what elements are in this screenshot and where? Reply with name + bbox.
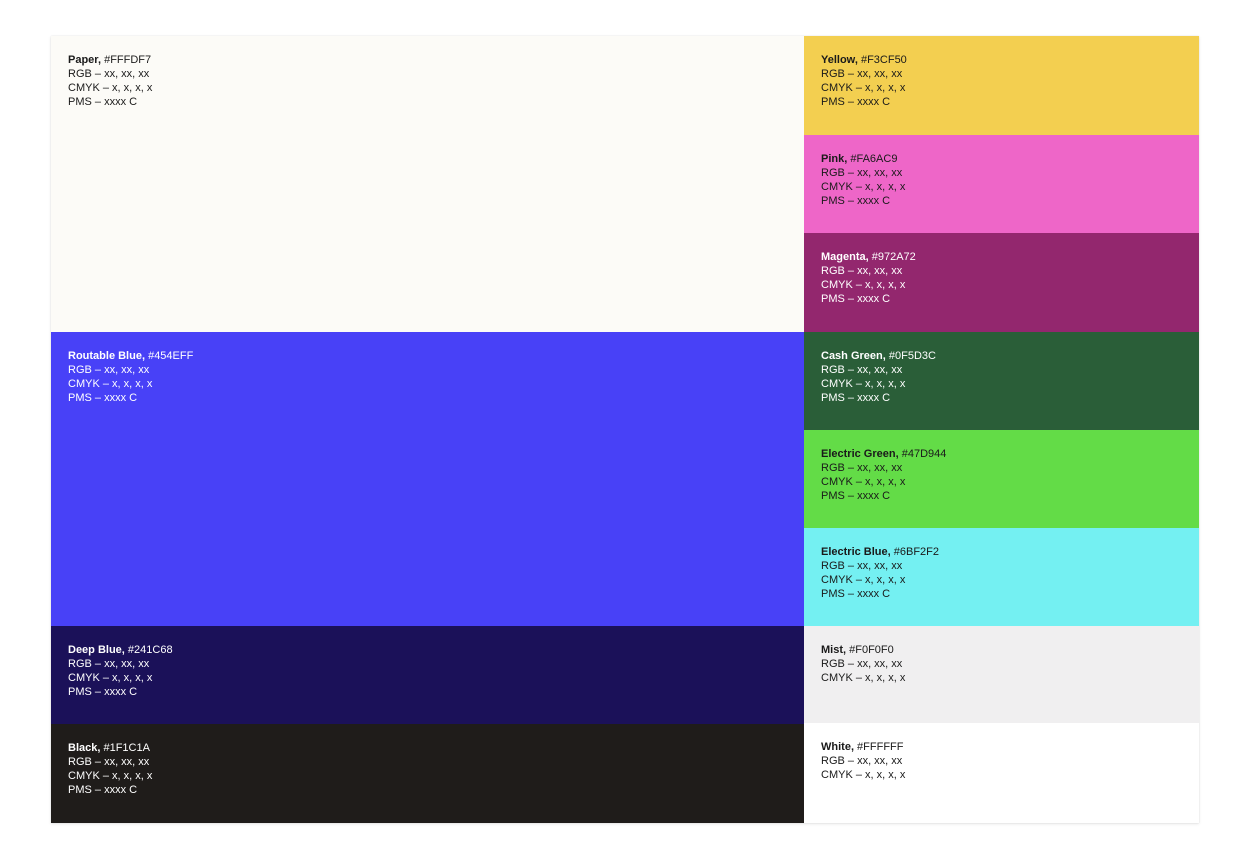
swatch-title: Routable Blue, #454EFF — [68, 349, 804, 363]
swatch-cmyk: CMYK – x, x, x, x — [68, 378, 153, 390]
swatch-pms: PMS – xxxx C — [821, 293, 891, 305]
swatch-hex: #6BF2F2 — [890, 546, 940, 558]
swatch-rgb: RGB – xx, xx, xx — [821, 462, 903, 474]
swatch-rgb: RGB – xx, xx, xx — [821, 265, 903, 277]
swatch-hex: #FFFFFF — [854, 741, 904, 753]
swatch-name: Black, — [68, 742, 101, 754]
swatch-name: Magenta, — [821, 251, 869, 263]
swatch-cmyk: CMYK – x, x, x, x — [68, 672, 153, 684]
swatch-hex: #FFFDF7 — [101, 54, 152, 66]
swatch-title: Magenta, #972A72 — [821, 250, 1199, 264]
swatch-rgb: RGB – xx, xx, xx — [821, 560, 903, 572]
swatch-hex: #454EFF — [145, 350, 194, 362]
swatch-cmyk: CMYK – x, x, x, x — [821, 476, 906, 488]
swatch-title: Yellow, #F3CF50 — [821, 53, 1199, 67]
swatch-title: Electric Blue, #6BF2F2 — [821, 545, 1199, 559]
swatch-name: Mist, — [821, 644, 847, 656]
swatch-pms: PMS – xxxx C — [821, 392, 891, 404]
swatch-pms: PMS – xxxx C — [68, 392, 138, 404]
swatch-hex: #1F1C1A — [100, 742, 150, 754]
swatch-rgb: RGB – xx, xx, xx — [68, 658, 150, 670]
swatch-title: Pink, #FA6AC9 — [821, 152, 1199, 166]
swatch-pms: PMS – xxxx C — [68, 686, 138, 698]
swatch-pink: Pink, #FA6AC9 RGB – xx, xx, xx CMYK – x,… — [804, 135, 1199, 233]
swatch-title: White, #FFFFFF — [821, 740, 1199, 754]
swatch-cmyk: CMYK – x, x, x, x — [68, 770, 153, 782]
swatch-hex: #241C68 — [124, 644, 173, 656]
swatch-black: Black, #1F1C1A RGB – xx, xx, xx CMYK – x… — [51, 724, 804, 823]
swatch-name: Yellow, — [821, 54, 858, 66]
swatch-title: Deep Blue, #241C68 — [68, 643, 804, 657]
swatch-routable-blue: Routable Blue, #454EFF RGB – xx, xx, xx … — [51, 332, 804, 626]
swatch-hex: #0F5D3C — [885, 350, 936, 362]
swatch-rgb: RGB – xx, xx, xx — [821, 167, 903, 179]
swatch-pms: PMS – xxxx C — [821, 96, 891, 108]
swatch-rgb: RGB – xx, xx, xx — [68, 364, 150, 376]
swatch-rgb: RGB – xx, xx, xx — [68, 756, 150, 768]
swatch-title: Mist, #F0F0F0 — [821, 643, 1199, 657]
swatch-hex: #F3CF50 — [857, 54, 907, 66]
swatch-deep-blue: Deep Blue, #241C68 RGB – xx, xx, xx CMYK… — [51, 626, 804, 724]
swatch-rgb: RGB – xx, xx, xx — [68, 68, 150, 80]
swatch-title: Paper, #FFFDF7 — [68, 53, 804, 67]
swatch-mist: Mist, #F0F0F0 RGB – xx, xx, xx CMYK – x,… — [804, 626, 1199, 723]
swatch-cmyk: CMYK – x, x, x, x — [821, 769, 906, 781]
swatch-name: Cash Green, — [821, 350, 886, 362]
swatch-yellow: Yellow, #F3CF50 RGB – xx, xx, xx CMYK – … — [804, 36, 1199, 135]
swatch-name: Paper, — [68, 54, 102, 66]
swatch-pms: PMS – xxxx C — [821, 588, 891, 600]
swatch-title: Black, #1F1C1A — [68, 741, 804, 755]
swatch-electric-green: Electric Green, #47D944 RGB – xx, xx, xx… — [804, 430, 1199, 528]
swatch-paper: Paper, #FFFDF7 RGB – xx, xx, xx CMYK – x… — [51, 36, 804, 332]
swatch-cmyk: CMYK – x, x, x, x — [821, 574, 906, 586]
swatch-rgb: RGB – xx, xx, xx — [821, 755, 903, 767]
swatch-cmyk: CMYK – x, x, x, x — [821, 672, 906, 684]
swatch-cmyk: CMYK – x, x, x, x — [821, 279, 906, 291]
swatch-title: Cash Green, #0F5D3C — [821, 349, 1199, 363]
swatch-name: White, — [821, 741, 854, 753]
swatch-name: Electric Blue, — [821, 546, 891, 558]
swatch-rgb: RGB – xx, xx, xx — [821, 68, 903, 80]
swatch-name: Pink, — [821, 153, 848, 165]
swatch-cmyk: CMYK – x, x, x, x — [821, 82, 906, 94]
swatch-hex: #972A72 — [868, 251, 916, 263]
swatch-rgb: RGB – xx, xx, xx — [821, 364, 903, 376]
swatch-cmyk: CMYK – x, x, x, x — [821, 181, 906, 193]
swatch-hex: #FA6AC9 — [847, 153, 898, 165]
swatch-name: Routable Blue, — [68, 350, 146, 362]
swatch-hex: #F0F0F0 — [846, 644, 894, 656]
swatch-pms: PMS – xxxx C — [821, 490, 891, 502]
swatch-title: Electric Green, #47D944 — [821, 447, 1199, 461]
swatch-pms: PMS – xxxx C — [821, 195, 891, 207]
swatch-white: White, #FFFFFF RGB – xx, xx, xx CMYK – x… — [804, 723, 1199, 823]
swatch-hex: #47D944 — [898, 448, 947, 460]
swatch-cash-green: Cash Green, #0F5D3C RGB – xx, xx, xx CMY… — [804, 332, 1199, 430]
swatch-name: Deep Blue, — [68, 644, 125, 656]
swatch-pms: PMS – xxxx C — [68, 96, 138, 108]
swatch-cmyk: CMYK – x, x, x, x — [68, 82, 153, 94]
swatch-pms: PMS – xxxx C — [68, 784, 138, 796]
swatch-name: Electric Green, — [821, 448, 899, 460]
swatch-electric-blue: Electric Blue, #6BF2F2 RGB – xx, xx, xx … — [804, 528, 1199, 626]
swatch-rgb: RGB – xx, xx, xx — [821, 658, 903, 670]
swatch-cmyk: CMYK – x, x, x, x — [821, 378, 906, 390]
color-palette-board: Paper, #FFFDF7 RGB – xx, xx, xx CMYK – x… — [51, 36, 1199, 823]
swatch-magenta: Magenta, #972A72 RGB – xx, xx, xx CMYK –… — [804, 233, 1199, 332]
